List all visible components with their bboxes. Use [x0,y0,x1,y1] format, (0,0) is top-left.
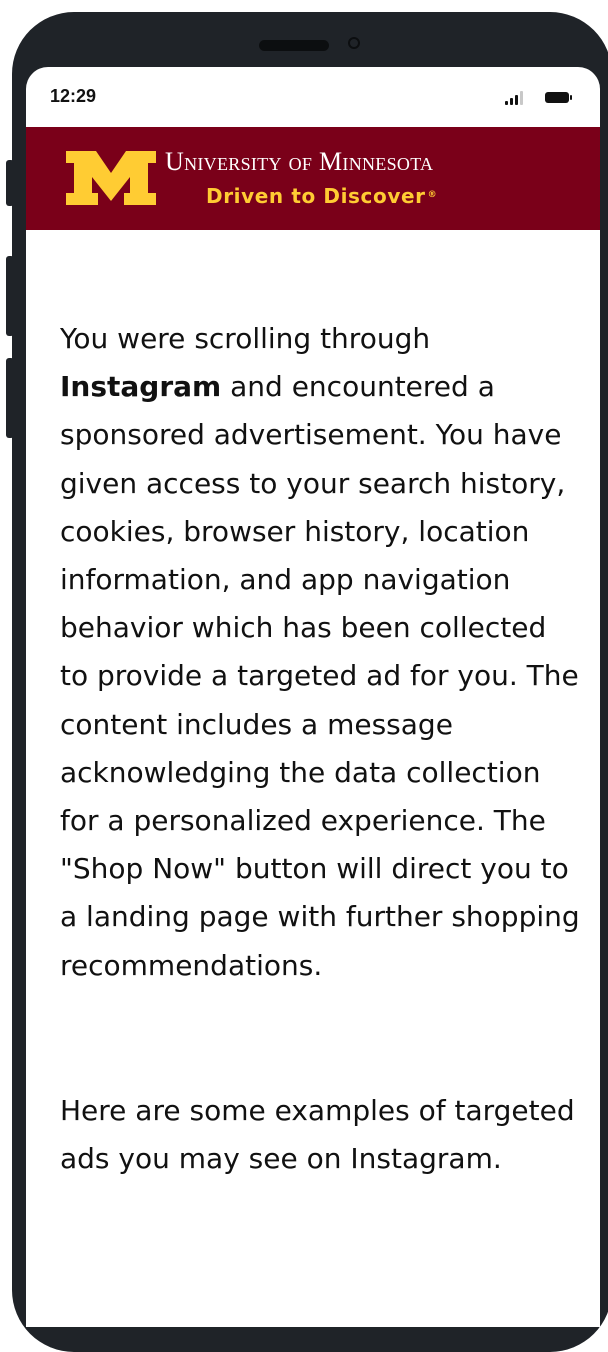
paragraph-prefix: You were scrolling through [60,322,431,355]
front-camera-icon [348,37,360,49]
university-name: University of Minnesota [165,147,433,177]
phone-screen: 12:29 University of Minnesota Driven to … [26,67,600,1327]
instagram-emphasis: Instagram [60,370,222,404]
university-name-text: University of Minnesota [165,147,434,176]
examples-intro-paragraph: Here are some examples of targeted ads y… [60,1093,575,1176]
university-banner: University of Minnesota Driven to Discov… [26,127,600,230]
university-tagline: Driven to Discover ® [206,184,437,208]
registered-mark: ® [427,190,438,200]
status-bar: 12:29 [26,67,600,127]
tagline-text: Driven to Discover [206,184,426,208]
paragraph-body: and encountered a sponsored advertisemen… [60,370,580,982]
battery-icon [545,92,572,103]
cellular-signal-icon [505,91,525,105]
speaker-grille [259,40,329,51]
scenario-paragraph: You were scrolling through Instagram and… [60,315,580,990]
university-m-logo-icon [66,151,156,205]
scenario-text: You were scrolling through Instagram and… [60,315,580,1183]
status-time: 12:29 [50,86,97,106]
